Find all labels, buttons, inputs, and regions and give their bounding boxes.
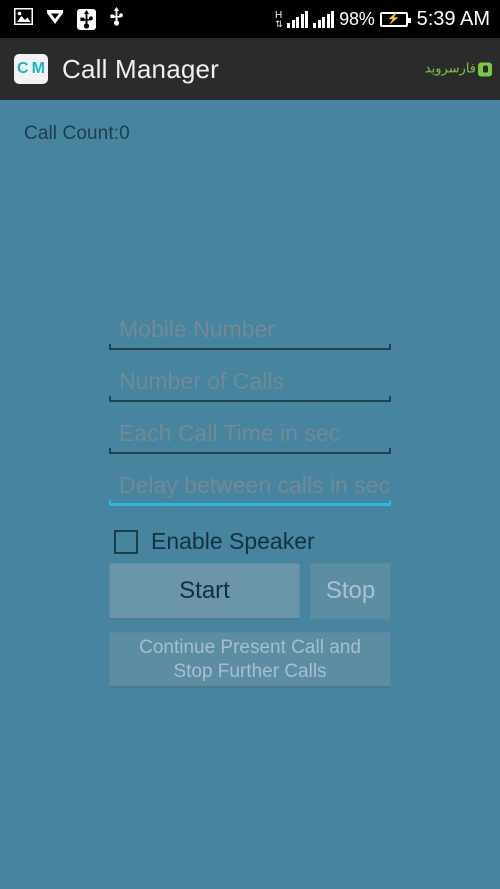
image-icon	[13, 7, 34, 30]
action-button-row: Start Stop	[109, 563, 391, 620]
number-of-calls-field[interactable]: Number of Calls	[109, 360, 391, 412]
each-call-time-placeholder: Each Call Time in sec	[119, 420, 341, 446]
each-call-time-field[interactable]: Each Call Time in sec	[109, 412, 391, 464]
call-count-label: Call Count:0	[24, 123, 130, 144]
delay-between-calls-field[interactable]: Delay between calls in sec	[109, 464, 391, 516]
status-bar-clock: 5:39 AM	[416, 7, 490, 30]
stop-button[interactable]: Stop	[310, 563, 391, 620]
status-bar-left-icons	[13, 7, 124, 31]
start-button[interactable]: Start	[109, 563, 300, 620]
app-logo-icon: C M	[14, 54, 48, 84]
enable-speaker-checkbox[interactable]	[114, 529, 138, 554]
watermark-android-icon	[478, 62, 492, 76]
number-of-calls-underline	[109, 396, 391, 402]
mobile-number-field[interactable]: Mobile Number	[109, 308, 391, 360]
watermark: فارسروید	[425, 62, 492, 77]
status-bar-right-indicators: H ⇅ 98% ⚡ 5:39 AM	[275, 8, 490, 31]
usb-connected-icon	[77, 8, 96, 30]
enable-speaker-label: Enable Speaker	[151, 528, 315, 554]
enable-speaker-row[interactable]: Enable Speaker	[114, 528, 315, 555]
network-activity-arrows-icon: ⇅	[275, 19, 282, 29]
each-call-time-underline	[109, 448, 391, 454]
number-of-calls-placeholder: Number of Calls	[119, 368, 284, 394]
signal-strength-icon-sim2	[313, 10, 335, 28]
delay-between-calls-underline	[109, 500, 391, 506]
status-bar: H ⇅ 98% ⚡ 5:39 AM	[0, 0, 500, 38]
main-content: Call Count:0 Mobile Number Number of Cal…	[0, 100, 500, 889]
app-logo-letter-m: M	[31, 60, 45, 77]
continue-present-call-button[interactable]: Continue Present Call and Stop Further C…	[109, 632, 391, 688]
usb-icon	[109, 7, 124, 31]
battery-percent-label: 98%	[339, 8, 375, 29]
delay-between-calls-placeholder: Delay between calls in sec	[119, 472, 391, 498]
app-root: H ⇅ 98% ⚡ 5:39 AM C M Call Manager فارسر…	[0, 0, 500, 889]
download-chevron-icon	[46, 8, 64, 31]
signal-strength-icon-sim1	[287, 10, 309, 28]
app-logo-letter-c: C	[17, 60, 29, 77]
call-settings-form: Mobile Number Number of Calls Each Call …	[109, 308, 391, 516]
app-toolbar: C M Call Manager فارسروید	[0, 38, 500, 100]
network-type-indicator: H ⇅	[275, 9, 283, 29]
app-title: Call Manager	[62, 53, 220, 84]
mobile-number-underline	[109, 344, 391, 350]
battery-charging-icon: ⚡	[379, 11, 411, 27]
watermark-text: فارسروید	[424, 61, 477, 77]
mobile-number-placeholder: Mobile Number	[119, 316, 275, 342]
